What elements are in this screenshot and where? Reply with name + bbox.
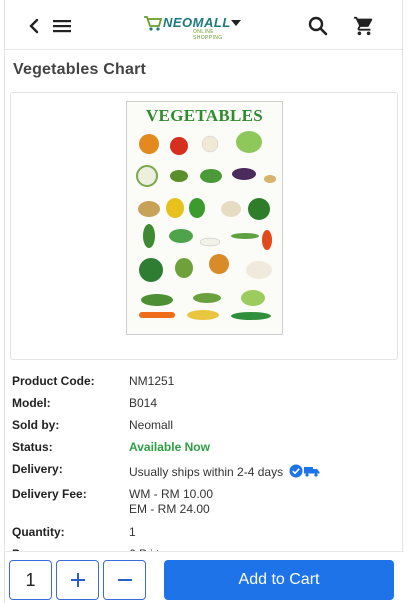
spec-row-quantity: Quantity: 1: [12, 525, 392, 547]
spec-row-seller: Sold by: Neomall: [12, 418, 392, 440]
back-button[interactable]: [21, 13, 47, 39]
spec-row-delivery-fee: Delivery Fee: WM - RM 10.00 EM - RM 24.0…: [12, 487, 392, 525]
model-value: B014: [129, 396, 158, 410]
spec-row-delivery: Delivery: Usually ships within 2-4 days: [12, 462, 392, 487]
shopping-cart-icon: [353, 16, 373, 36]
cart-button[interactable]: [351, 13, 377, 39]
delivery-fee-values: WM - RM 10.00 EM - RM 24.00: [129, 487, 213, 517]
vegetables-illustrations: [136, 131, 276, 320]
decrease-quantity-button[interactable]: [103, 560, 146, 600]
product-title: Vegetables Chart: [13, 61, 147, 78]
model-label: Model:: [12, 396, 51, 410]
quantity-label: Quantity:: [12, 525, 65, 539]
spec-row-status: Status: Available Now: [12, 440, 392, 462]
status-label: Status:: [12, 440, 53, 454]
vegetables-poster-image: VEGETABLES: [126, 101, 283, 335]
plus-icon: [70, 573, 85, 587]
product-specs: Product Code: NM1251 Model: B014 Sold by…: [12, 374, 392, 555]
spec-row-model: Model: B014: [12, 396, 392, 418]
status-value: Available Now: [129, 440, 210, 454]
product-image-card[interactable]: VEGETABLES: [10, 92, 398, 360]
quantity-value: 1: [129, 525, 136, 539]
neomall-logo[interactable]: NEOMALL ONLINE SHOPPING: [141, 11, 245, 41]
product-code-value: NM1251: [129, 374, 175, 388]
delivery-value: Usually ships within 2-4 days: [129, 465, 284, 479]
search-button[interactable]: [305, 13, 331, 39]
shopping-cart-logo-icon: [144, 16, 163, 31]
logo-tagline: ONLINE SHOPPING: [193, 29, 223, 41]
delivery-label: Delivery:: [12, 462, 63, 476]
increase-quantity-button[interactable]: [56, 560, 99, 600]
logo-wordmark: NEOMALL: [163, 15, 231, 30]
delivery-fee-wm: WM - RM 10.00: [129, 487, 214, 501]
chevron-left-icon: [29, 18, 39, 34]
menu-button[interactable]: [49, 13, 75, 39]
app-frame: NEOMALL ONLINE SHOPPING Vegetables Chart…: [4, 0, 404, 603]
delivery-fee-em: EM - RM 24.00: [129, 502, 210, 516]
search-icon: [308, 16, 328, 36]
minus-icon: [117, 579, 132, 581]
delivery-fee-label: Delivery Fee:: [12, 487, 87, 501]
top-app-bar: NEOMALL ONLINE SHOPPING: [5, 0, 402, 50]
quantity-input[interactable]: 1: [9, 560, 52, 600]
sold-by-label: Sold by:: [12, 418, 60, 432]
verified-check-icon: [289, 464, 303, 478]
delivery-truck-icon: [303, 467, 320, 477]
sold-by-value[interactable]: Neomall: [129, 418, 173, 433]
logo-dropdown-caret-icon[interactable]: [231, 20, 241, 26]
add-to-cart-bar: 1 Add to Cart: [5, 551, 404, 603]
spec-row-product-code: Product Code: NM1251: [12, 374, 392, 396]
product-code-label: Product Code:: [12, 374, 95, 388]
add-to-cart-button[interactable]: Add to Cart: [164, 560, 394, 600]
delivery-value-wrap: Usually ships within 2-4 days: [129, 464, 320, 480]
hamburger-menu-icon: [53, 20, 71, 33]
